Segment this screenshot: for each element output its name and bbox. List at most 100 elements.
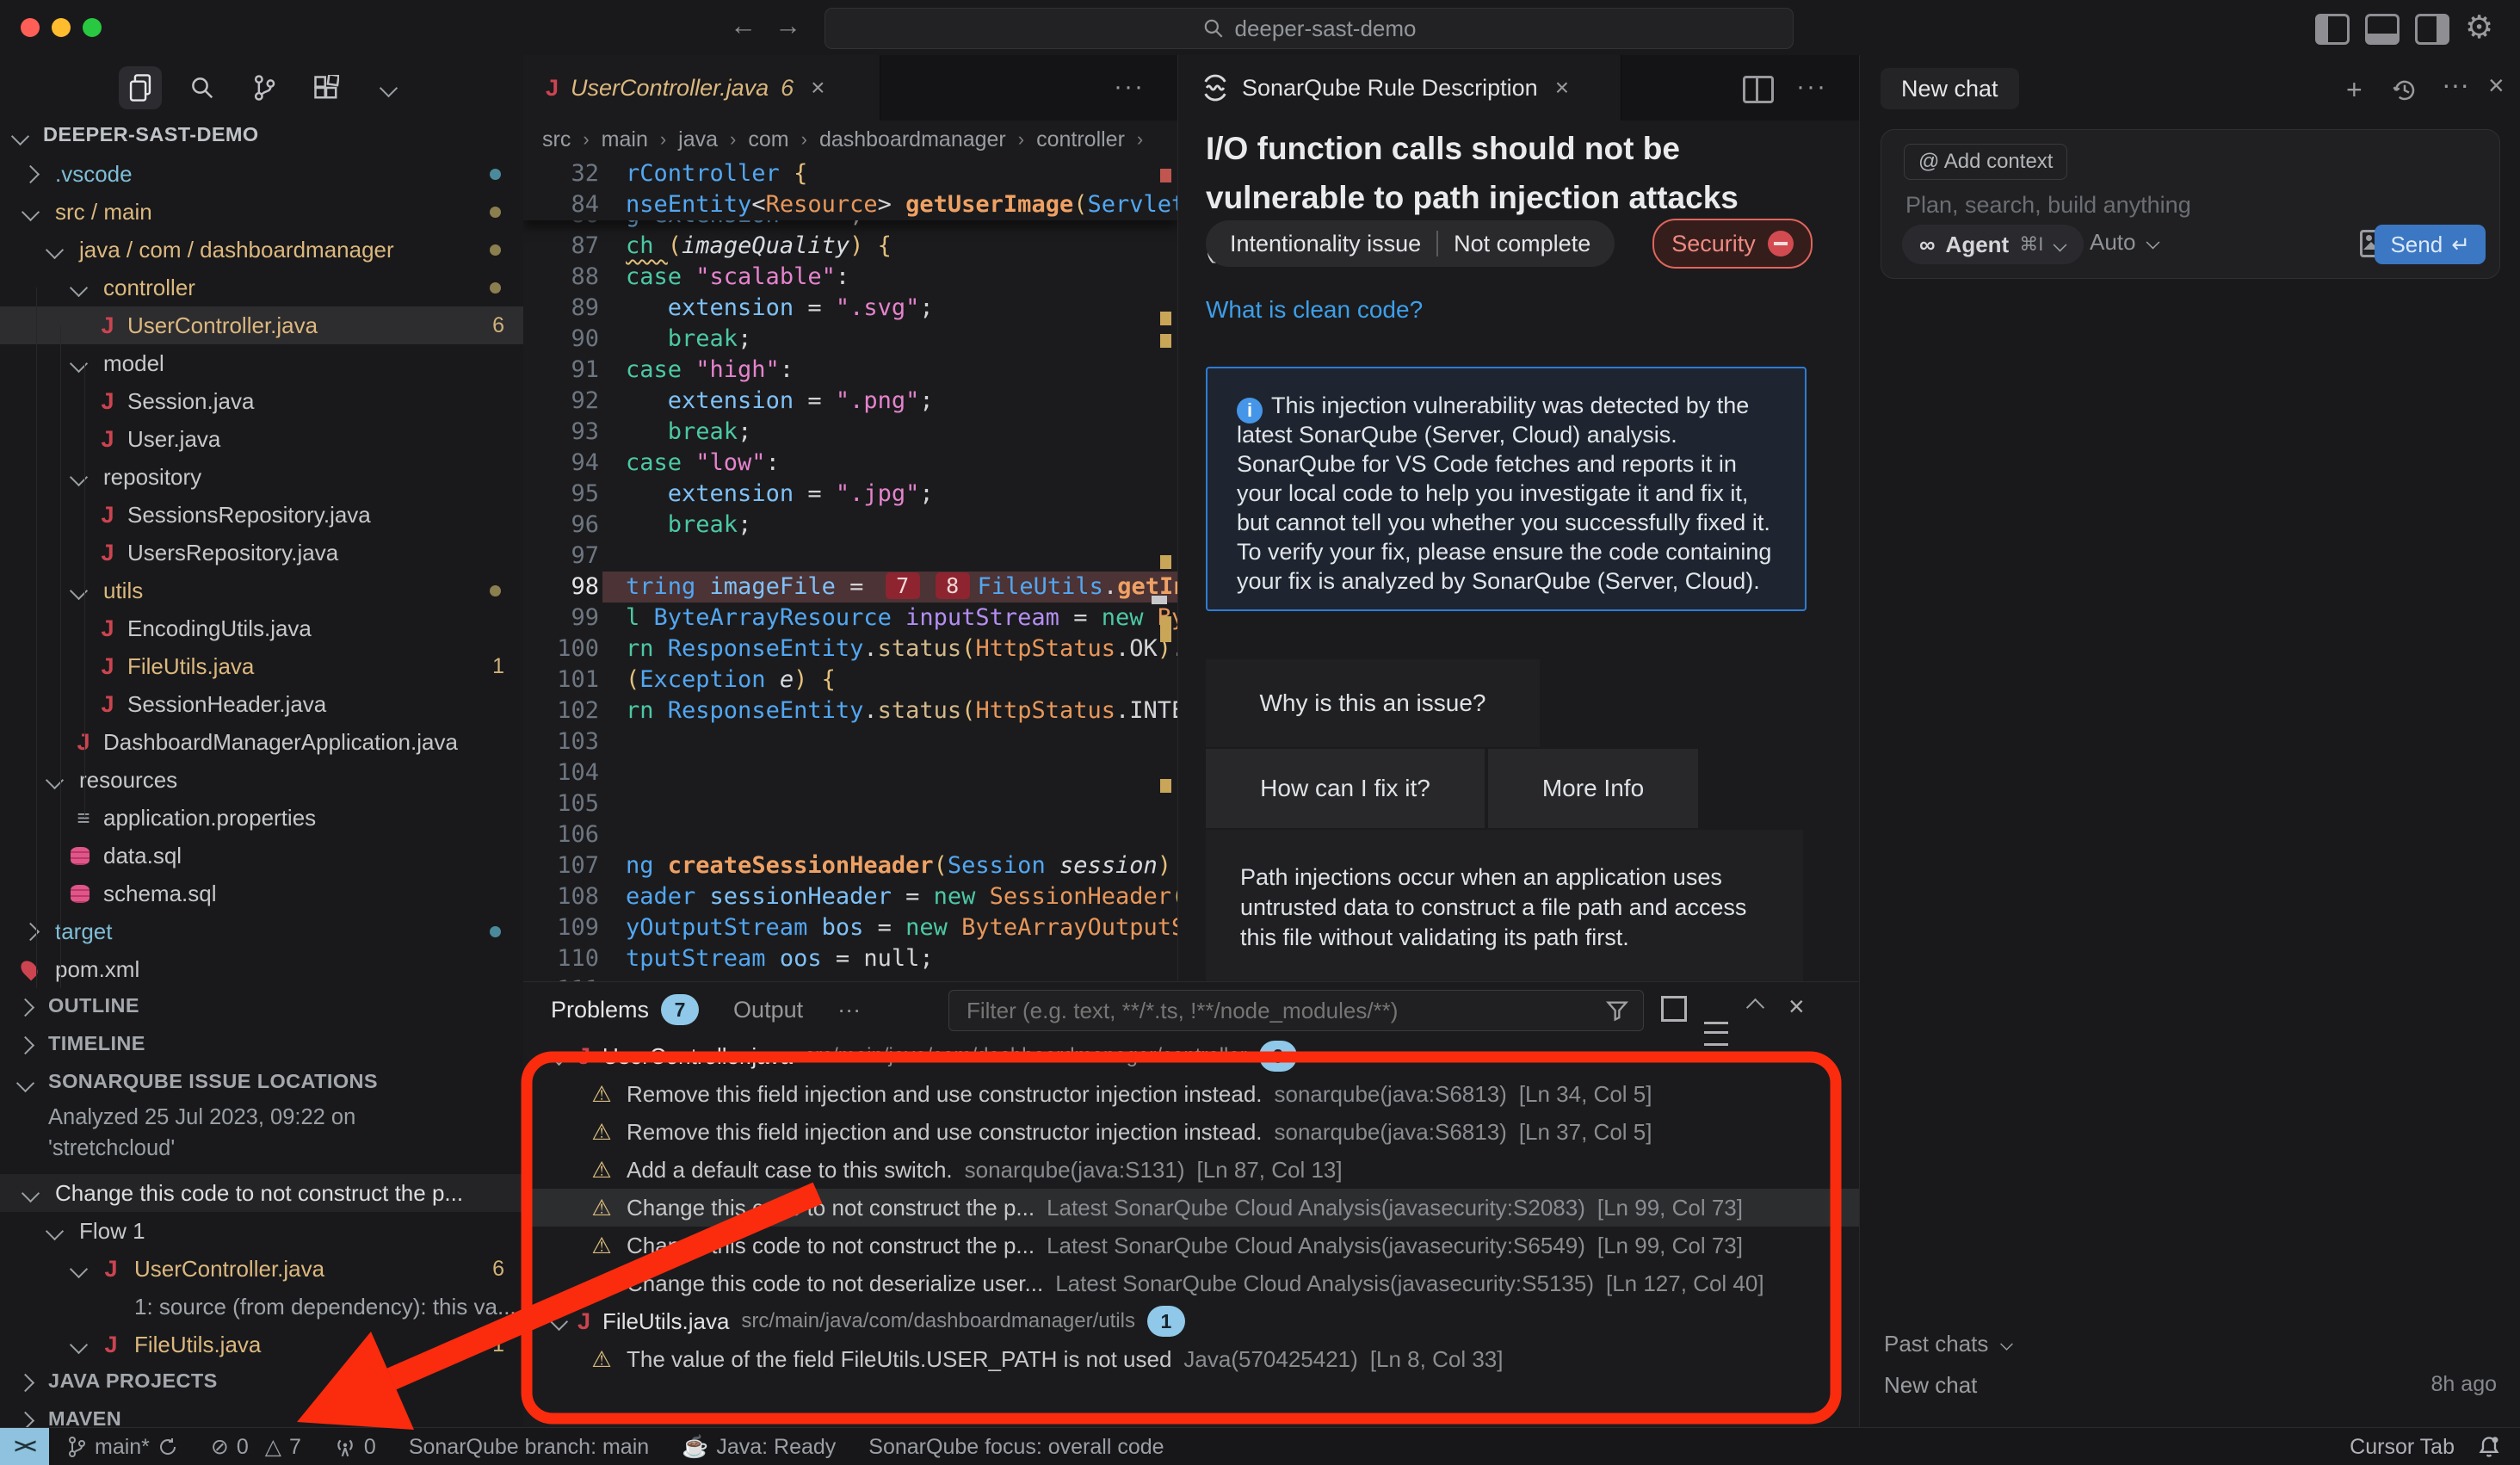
tree-item[interactable]: JSession.java xyxy=(0,382,523,420)
sonarqube-focus-status[interactable]: SonarQube focus: overall code xyxy=(868,1435,1164,1460)
code-line[interactable]: 97 xyxy=(523,541,1177,572)
notifications-bell-icon[interactable] xyxy=(2477,1435,2501,1459)
code-line[interactable]: 32rController { xyxy=(523,158,1177,189)
issue-location-badge[interactable]: 8 xyxy=(936,572,970,599)
tree-item[interactable]: JUser.java xyxy=(0,420,523,458)
git-branch-status[interactable]: main* xyxy=(66,1435,178,1460)
code-line[interactable]: 91case "high": xyxy=(523,355,1177,386)
code-line[interactable]: 103 xyxy=(523,726,1177,757)
tree-item[interactable]: schema.sql xyxy=(0,875,523,912)
collapse-all-icon[interactable] xyxy=(1661,996,1687,1022)
code-line[interactable]: 102rn ResponseEntity.status(HttpStatus.I… xyxy=(523,695,1177,726)
tree-item[interactable]: utils xyxy=(0,572,523,609)
new-chat-plus-icon[interactable]: + xyxy=(2346,74,2362,106)
code-line[interactable]: 109yOutputStream bos = new ByteArrayOutp… xyxy=(523,912,1177,943)
problem-row[interactable]: ⚠Add a default case to this switch.sonar… xyxy=(523,1151,1859,1189)
code-line[interactable]: 94case "low": xyxy=(523,448,1177,479)
explorer-root-header[interactable]: DEEPER-SAST-DEMO xyxy=(0,117,523,155)
problems-status[interactable]: ⊘0 △7 xyxy=(211,1434,301,1460)
chat-history-icon[interactable] xyxy=(2392,77,2418,103)
editor-more-actions-icon[interactable]: ··· xyxy=(1114,72,1145,102)
agent-mode-selector[interactable]: ∞ Agent ⌘I xyxy=(1902,225,2084,264)
tab-more-info[interactable]: More Info xyxy=(1488,749,1698,828)
tree-item[interactable]: JUserController.java6 xyxy=(0,1250,523,1288)
problem-file-group[interactable]: JFileUtils.javasrc/main/java/com/dashboa… xyxy=(523,1302,1859,1340)
problem-row[interactable]: ⚠Remove this field injection and use con… xyxy=(523,1113,1859,1151)
code-line[interactable]: 92 extension = ".png"; xyxy=(523,386,1177,417)
problem-row[interactable]: ⚠The value of the field FileUtils.USER_P… xyxy=(523,1340,1859,1378)
tree-item[interactable]: JUsersRepository.java xyxy=(0,534,523,572)
breadcrumb-item[interactable]: controller xyxy=(1036,127,1125,152)
java-status[interactable]: ☕ Java: Ready xyxy=(682,1435,836,1460)
tab-problems[interactable]: Problems 7 xyxy=(551,994,699,1025)
toggle-right-sidebar-icon[interactable] xyxy=(2415,14,2449,45)
tab-usercontroller-java[interactable]: J UserController.java 6 × xyxy=(523,55,880,121)
send-button[interactable]: Send↵ xyxy=(2375,225,2486,264)
problem-row[interactable]: ⚠Change this code to not construct the p… xyxy=(523,1189,1859,1227)
tree-item[interactable]: controller xyxy=(0,269,523,306)
problem-row[interactable]: ⚠Remove this field injection and use con… xyxy=(523,1075,1859,1113)
code-line[interactable]: 96 break; xyxy=(523,510,1177,541)
code-line[interactable]: 87ch (imageQuality) { xyxy=(523,231,1177,262)
tree-item[interactable]: JDashboardManagerApplication.java xyxy=(0,723,523,761)
code-line[interactable]: 110tputStream oos = null; xyxy=(523,943,1177,974)
breadcrumb-item[interactable]: main xyxy=(602,127,648,152)
breadcrumb-item[interactable]: dashboardmanager xyxy=(819,127,1006,152)
tab-new-chat[interactable]: New chat xyxy=(1881,68,2019,109)
breadcrumb-item[interactable]: src xyxy=(542,127,571,152)
problems-filter[interactable] xyxy=(948,990,1644,1031)
code-line[interactable]: 89 extension = ".svg"; xyxy=(523,293,1177,324)
tree-item[interactable]: JUserController.java6 xyxy=(0,306,523,344)
tree-item[interactable]: Change this code to not construct the p.… xyxy=(0,1174,523,1212)
code-line[interactable]: 106 xyxy=(523,819,1177,850)
tree-item[interactable]: resources xyxy=(0,761,523,799)
section-header[interactable]: JAVA PROJECTS xyxy=(0,1363,523,1401)
tree-item[interactable]: target xyxy=(0,912,523,950)
tree-item[interactable]: java / com / dashboardmanager xyxy=(0,231,523,269)
command-center-search[interactable]: deeper-sast-demo xyxy=(825,8,1794,49)
tree-item[interactable]: JSessionHeader.java xyxy=(0,685,523,723)
problem-row[interactable]: ⚠Change this code to not construct the p… xyxy=(523,1227,1859,1264)
tree-item[interactable]: Flow 1 xyxy=(0,1212,523,1250)
tab-output[interactable]: Output xyxy=(733,997,803,1023)
chat-input[interactable]: @ Add context Plan, search, build anythi… xyxy=(1881,129,2500,279)
sonarqube-branch-status[interactable]: SonarQube branch: main xyxy=(409,1435,649,1460)
code-line[interactable]: 101(Exception e) { xyxy=(523,665,1177,695)
tree-item[interactable]: .vscode xyxy=(0,155,523,193)
add-context-chip[interactable]: @ Add context xyxy=(1904,144,2067,180)
split-editor-icon[interactable] xyxy=(1743,76,1774,103)
section-header[interactable]: SONARQUBE ISSUE LOCATIONS xyxy=(0,1064,523,1102)
past-chat-item[interactable]: New chat8h ago xyxy=(1860,1365,2520,1406)
remote-indicator[interactable]: >< xyxy=(0,1428,49,1465)
minimize-window-button[interactable] xyxy=(52,18,71,37)
close-tab-icon[interactable]: × xyxy=(811,74,825,102)
code-line[interactable]: 84nseEntity<Resource> getUserImage(Servl… xyxy=(523,189,1177,220)
code-line[interactable]: 88case "scalable": xyxy=(523,262,1177,293)
code-line[interactable]: 107ng createSessionHeader(Session sessio… xyxy=(523,850,1177,881)
source-control-icon[interactable] xyxy=(243,66,286,109)
tree-item[interactable]: JFileUtils.java1 xyxy=(0,1326,523,1363)
tree-item[interactable]: 1: source (from dependency): this va... xyxy=(0,1288,523,1326)
code-line[interactable]: 93 break; xyxy=(523,417,1177,448)
ports-status[interactable]: 0 xyxy=(334,1435,376,1460)
section-header[interactable]: OUTLINE xyxy=(0,988,523,1026)
search-icon[interactable] xyxy=(181,66,224,109)
tree-item[interactable]: data.sql xyxy=(0,837,523,875)
code-line[interactable]: 104 xyxy=(523,757,1177,788)
zoom-window-button[interactable] xyxy=(83,18,102,37)
close-panel-icon[interactable]: × xyxy=(1788,991,1805,1023)
past-chats-toggle[interactable]: Past chats xyxy=(1884,1331,2013,1357)
cursor-tab-status[interactable]: Cursor Tab xyxy=(2350,1435,2455,1460)
close-tab-icon[interactable]: × xyxy=(1555,74,1569,102)
tree-item[interactable]: model xyxy=(0,344,523,382)
tree-item[interactable]: ≡application.properties xyxy=(0,799,523,837)
views-chevron-down-icon[interactable] xyxy=(367,66,410,109)
settings-gear-icon[interactable]: ⚙ xyxy=(2465,9,2493,46)
code-line[interactable]: 98tring imageFile = 78FileUtils.getInsta… xyxy=(523,572,1177,603)
close-chat-icon[interactable]: × xyxy=(2488,70,2505,102)
issue-location-badge[interactable]: 7 xyxy=(886,572,920,599)
problem-file-group[interactable]: JUserController.javasrc/main/java/com/da… xyxy=(523,1037,1859,1075)
tree-item[interactable]: src / main xyxy=(0,193,523,231)
code-editor[interactable]: 86g extension = "";87ch (imageQuality) {… xyxy=(523,158,1177,981)
breadcrumb-item[interactable]: com xyxy=(748,127,788,152)
